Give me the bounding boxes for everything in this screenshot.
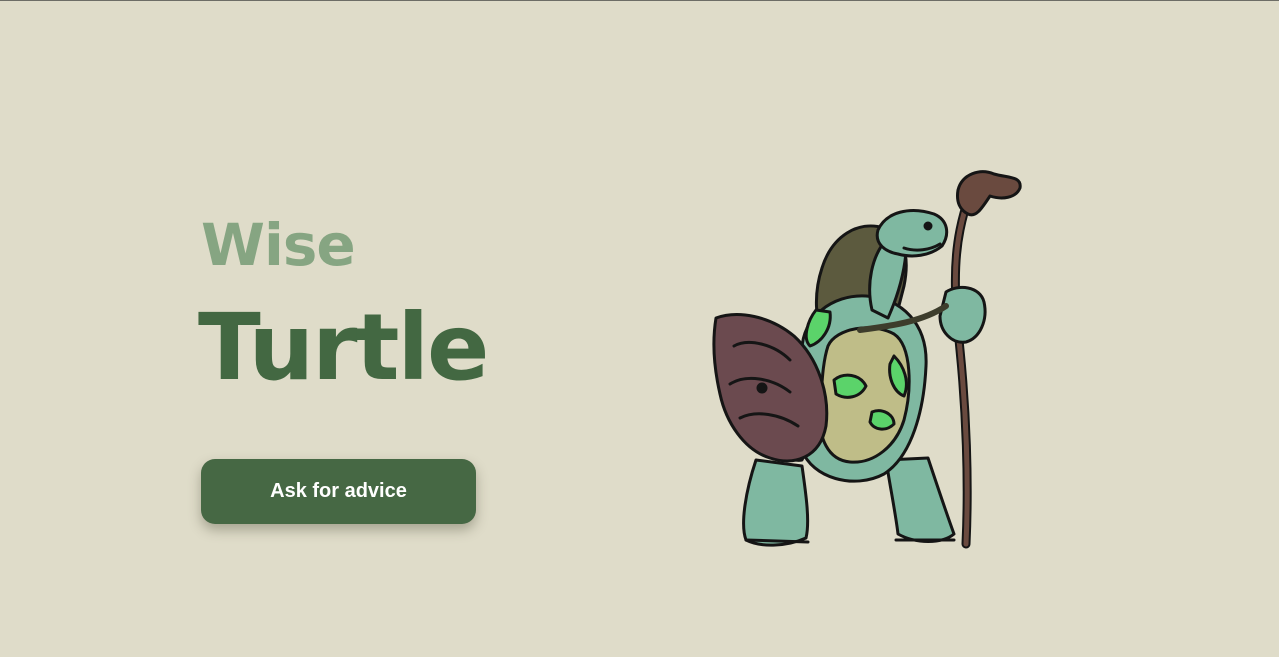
turtle-sage-with-staff-icon: [712, 170, 1022, 549]
hero-title: Turtle: [198, 294, 489, 401]
top-border: [0, 0, 1279, 1]
ask-for-advice-button[interactable]: Ask for advice: [201, 459, 476, 524]
hero-subtitle: Wise: [201, 211, 356, 279]
